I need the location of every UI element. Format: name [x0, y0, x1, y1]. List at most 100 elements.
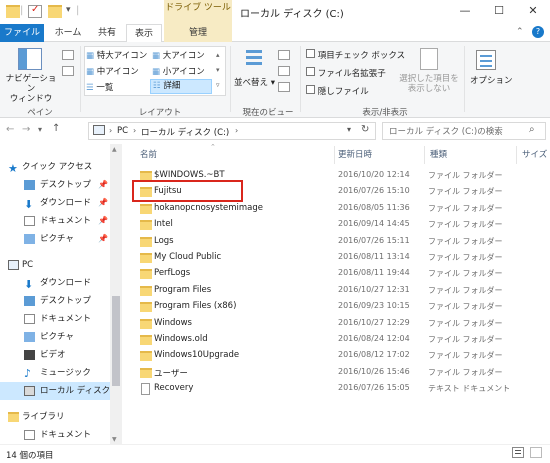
- file-type: ファイル フォルダー: [428, 203, 503, 213]
- documents-icon: [24, 216, 35, 226]
- maximize-button[interactable]: ☐: [482, 0, 516, 22]
- nav-quick-pictures[interactable]: ピクチャ 📌: [0, 230, 120, 248]
- item-checkboxes-toggle[interactable]: 項目チェック ボックス: [306, 49, 405, 61]
- contextual-tab-group: ドライブ ツール: [164, 0, 232, 24]
- layout-option-medium-icons[interactable]: ▦ 中アイコン: [86, 65, 139, 77]
- layout-scroll-icons[interactable]: ▴ ▾ ▿: [216, 48, 220, 93]
- add-columns-icon[interactable]: [278, 66, 290, 76]
- search-icon[interactable]: ⌕: [529, 124, 535, 135]
- nav-quick-desktop[interactable]: デスクトップ 📌: [0, 176, 120, 194]
- hide-selected-items-icon[interactable]: [420, 48, 438, 70]
- nav-pc[interactable]: PC: [0, 256, 120, 274]
- tab-manage[interactable]: 管理: [164, 24, 232, 42]
- nav-pc-documents[interactable]: ドキュメント: [0, 310, 120, 328]
- options-button[interactable]: オプション: [470, 74, 513, 86]
- ribbon-collapse-icon[interactable]: ⌃: [516, 27, 524, 37]
- nav-pc-desktop[interactable]: デスクトップ: [0, 292, 120, 310]
- status-bar: [0, 444, 550, 463]
- column-header-type[interactable]: 種類: [430, 148, 447, 162]
- search-input[interactable]: ローカル ディスク (C:)の検索: [389, 125, 503, 137]
- nav-quick-documents[interactable]: ドキュメント 📌: [0, 212, 120, 230]
- size-all-columns-icon[interactable]: [278, 82, 290, 92]
- properties-icon[interactable]: ✓: [28, 4, 42, 18]
- file-extensions-toggle[interactable]: ファイル名拡張子: [306, 67, 386, 79]
- layout-option-large-icons[interactable]: ▦ 大アイコン: [152, 49, 205, 61]
- file-row[interactable]: hokanopcnosystemimage 2016/08/05 11:36 ファイ…: [132, 201, 546, 217]
- nav-scrollbar-thumb[interactable]: [112, 296, 120, 386]
- hidden-items-checkbox[interactable]: [306, 85, 315, 94]
- recent-locations-icon[interactable]: ▾: [38, 125, 42, 134]
- group-separator: [80, 46, 81, 112]
- column-separator[interactable]: [334, 146, 335, 164]
- search-box[interactable]: ローカル ディスク (C:)の検索 ⌕: [382, 122, 546, 140]
- help-icon[interactable]: ?: [532, 26, 544, 38]
- column-header-name[interactable]: 名前: [140, 148, 157, 162]
- tab-share[interactable]: 共有: [90, 24, 124, 42]
- file-row[interactable]: Windows.old 2016/08/24 12:04 ファイル フォルダー: [132, 332, 546, 348]
- layout-option-extra-large-icons[interactable]: ▦ 特大アイコン: [86, 49, 147, 61]
- tab-view[interactable]: 表示: [126, 24, 162, 43]
- column-header-size[interactable]: サイズ: [522, 148, 547, 162]
- file-row[interactable]: PerfLogs 2016/08/11 19:44 ファイル フォルダー: [132, 266, 546, 282]
- item-checkboxes-checkbox[interactable]: [306, 49, 315, 58]
- nav-pc-videos[interactable]: ビデオ: [0, 346, 120, 364]
- tab-home[interactable]: ホーム: [48, 24, 88, 42]
- file-type: ファイル フォルダー: [428, 318, 503, 328]
- close-button[interactable]: ✕: [516, 0, 550, 22]
- file-row[interactable]: Recovery 2016/07/26 15:05 テキスト ドキュメント: [132, 381, 546, 397]
- group-by-icon[interactable]: [278, 50, 290, 60]
- nav-library[interactable]: ライブラリ: [0, 408, 120, 426]
- file-row[interactable]: Program Files (x86) 2016/09/23 10:15 ファイル …: [132, 299, 546, 315]
- nav-scrollbar[interactable]: [110, 144, 122, 444]
- file-row[interactable]: My Cloud Public 2016/08/11 13:14 ファイル フォルダ…: [132, 250, 546, 266]
- layout-option-list[interactable]: ☰ 一覧: [86, 81, 113, 93]
- column-separator[interactable]: [516, 146, 517, 164]
- hidden-items-toggle[interactable]: 隠しファイル: [306, 85, 369, 97]
- nav-quick-downloads[interactable]: ⬇ ダウンロード 📌: [0, 194, 120, 212]
- scroll-down-icon[interactable]: ▼: [112, 436, 117, 443]
- nav-library-documents[interactable]: ドキュメント: [0, 426, 120, 444]
- address-dropdown-icon[interactable]: ▾: [347, 125, 351, 134]
- nav-pc-downloads[interactable]: ⬇ ダウンロード: [0, 274, 120, 292]
- file-extensions-checkbox[interactable]: [306, 67, 315, 76]
- forward-arrow-icon[interactable]: →: [22, 124, 30, 135]
- layout-option-details[interactable]: ☷ 詳細: [150, 79, 212, 94]
- file-row[interactable]: Intel 2016/09/14 14:45 ファイル フォルダー: [132, 217, 546, 233]
- refresh-icon[interactable]: ↻: [361, 124, 369, 135]
- quick-access-toolbar-dropdown-icon[interactable]: ▾: [66, 5, 71, 15]
- breadcrumb-pc[interactable]: PC: [117, 126, 128, 136]
- large-icons-view-icon[interactable]: [530, 447, 542, 458]
- column-separator[interactable]: [424, 146, 425, 164]
- tab-file[interactable]: ファイル: [0, 24, 44, 42]
- nav-quick-access[interactable]: ★ クイック アクセス: [0, 158, 120, 176]
- file-row[interactable]: Windows10Upgrade 2016/08/12 17:02 ファイル フォル…: [132, 348, 546, 364]
- hide-selected-items-button[interactable]: 選択した項目を 表示しない: [398, 74, 460, 94]
- nav-pc-pictures[interactable]: ピクチャ: [0, 328, 120, 346]
- file-row[interactable]: Windows 2016/10/27 12:29 ファイル フォルダー: [132, 316, 546, 332]
- file-row[interactable]: Program Files 2016/10/27 12:31 ファイル フォルダー: [132, 283, 546, 299]
- file-type: ファイル フォルダー: [428, 302, 503, 312]
- new-folder-icon[interactable]: [48, 5, 62, 18]
- file-date: 2016/08/24 12:04: [338, 334, 410, 343]
- back-arrow-icon[interactable]: ←: [6, 124, 14, 135]
- details-pane-icon[interactable]: [62, 66, 74, 76]
- options-icon[interactable]: [476, 50, 496, 70]
- preview-pane-icon[interactable]: [62, 50, 74, 60]
- nav-pc-music[interactable]: ♪ ミュージック: [0, 364, 120, 382]
- file-row[interactable]: Logs 2016/07/26 15:11 ファイル フォルダー: [132, 234, 546, 250]
- layout-option-small-icons[interactable]: ▦ 小アイコン: [152, 65, 205, 77]
- navigation-pane-icon[interactable]: [18, 48, 42, 70]
- column-header-date[interactable]: 更新日時: [338, 148, 372, 162]
- navigation-pane-button[interactable]: ナビゲーション ウィンドウ: [4, 74, 58, 104]
- file-row[interactable]: ユーザー 2016/10/26 15:46 ファイル フォルダー: [132, 365, 546, 381]
- sort-icon[interactable]: [244, 48, 264, 70]
- scroll-up-icon[interactable]: ▲: [112, 146, 117, 153]
- file-name: Intel: [154, 219, 173, 230]
- minimize-button[interactable]: —: [448, 0, 482, 22]
- nav-pc-local-disk[interactable]: ローカル ディスク (C: [0, 382, 122, 400]
- address-bar[interactable]: › PC › ローカル ディスク (C:) › ▾ ↻: [88, 122, 376, 140]
- sort-button[interactable]: 並べ替え ▾: [234, 76, 275, 88]
- breadcrumb-local-disk[interactable]: ローカル ディスク (C:): [141, 126, 229, 138]
- details-view-icon[interactable]: [512, 447, 524, 458]
- up-arrow-icon[interactable]: ↑: [52, 123, 60, 134]
